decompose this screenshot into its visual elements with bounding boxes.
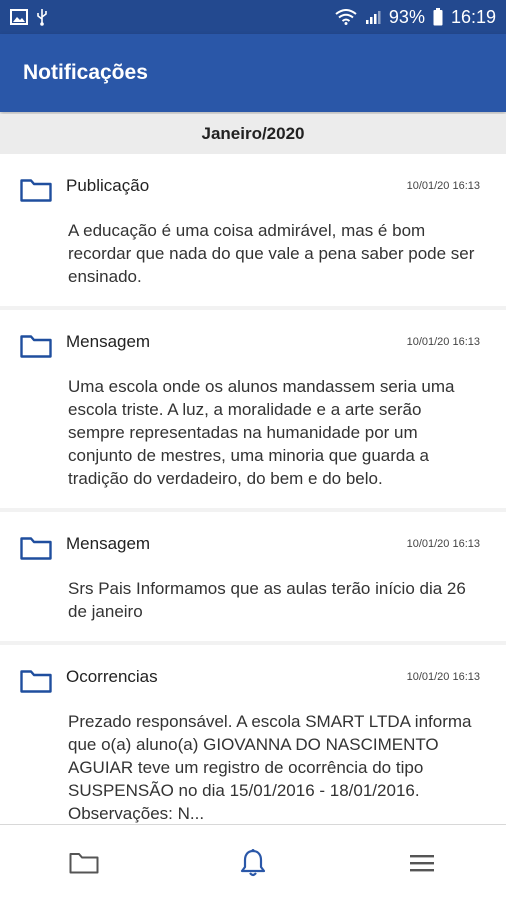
folder-icon <box>20 537 52 560</box>
month-header: Janeiro/2020 <box>0 114 506 154</box>
wifi-icon <box>335 9 357 25</box>
notification-body: A educação é uma coisa admirável, mas é … <box>68 221 475 286</box>
folder-icon <box>20 670 52 693</box>
signal-icon <box>365 11 381 24</box>
bottom-navigation <box>0 824 506 900</box>
bell-icon <box>240 848 266 876</box>
notification-card[interactable]: Ocorrencias 10/01/20 16:13 Prezado respo… <box>0 645 506 824</box>
notification-date: 10/01/20 16:13 <box>406 180 480 192</box>
notification-date: 10/01/20 16:13 <box>406 671 480 683</box>
notification-body: Srs Pais Informamos que as aulas terão i… <box>68 579 466 621</box>
notification-body: Uma escola onde os alunos mandassem seri… <box>68 377 455 488</box>
nav-notifications-button[interactable] <box>223 838 283 888</box>
nav-menu-button[interactable] <box>392 838 452 888</box>
usb-icon <box>37 9 47 26</box>
notification-card[interactable]: Mensagem 10/01/20 16:13 Srs Pais Informa… <box>0 512 506 641</box>
image-notification-icon <box>10 9 28 25</box>
folder-icon <box>20 179 52 202</box>
folder-icon <box>69 852 99 873</box>
notification-date: 10/01/20 16:13 <box>406 336 480 348</box>
notification-card[interactable]: Mensagem 10/01/20 16:13 Uma escola onde … <box>0 310 506 508</box>
notification-date: 10/01/20 16:13 <box>406 538 480 550</box>
battery-icon <box>433 8 443 26</box>
menu-icon <box>409 854 434 871</box>
notification-card[interactable]: Publicação 10/01/20 16:13 A educação é u… <box>0 154 506 306</box>
battery-percentage: 93% <box>388 6 425 27</box>
page-title: Notificações <box>23 61 148 84</box>
status-bar: 93% 16:19 <box>0 0 506 34</box>
app-bar: Notificações <box>0 34 506 112</box>
notification-list: Publicação 10/01/20 16:13 A educação é u… <box>0 154 506 824</box>
clock: 16:19 <box>450 6 496 27</box>
nav-folder-button[interactable] <box>54 838 114 888</box>
notification-body: Prezado responsável. A escola SMART LTDA… <box>68 712 472 823</box>
folder-icon <box>20 335 52 358</box>
